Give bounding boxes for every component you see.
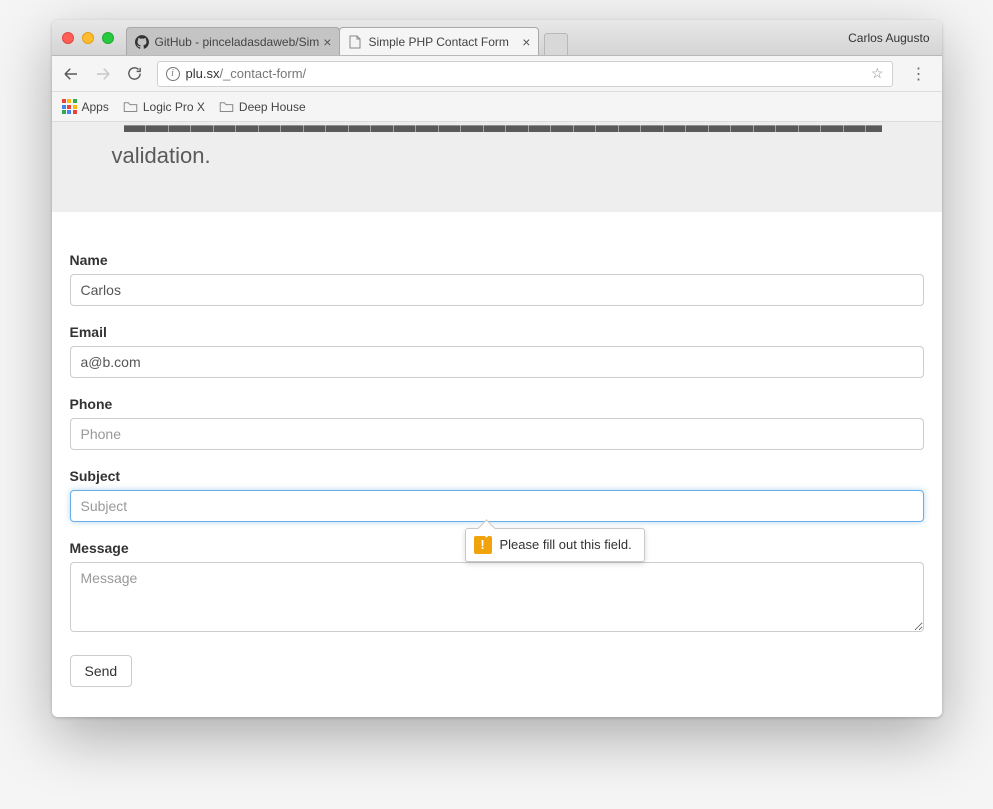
- phone-input[interactable]: [70, 418, 924, 450]
- email-input[interactable]: [70, 346, 924, 378]
- close-window-button[interactable]: [62, 32, 74, 44]
- warning-icon: !: [474, 536, 492, 554]
- forward-button[interactable]: [94, 65, 112, 83]
- page-favicon-icon: [348, 35, 362, 49]
- validation-text: Please fill out this field.: [500, 537, 632, 552]
- maximize-window-button[interactable]: [102, 32, 114, 44]
- tab-close-icon[interactable]: ×: [323, 34, 331, 50]
- field-name: Name: [70, 252, 924, 306]
- browser-window: GitHub - pinceladasdaweb/Sim × Simple PH…: [52, 20, 942, 717]
- apps-grid-icon: [62, 99, 77, 114]
- apps-button[interactable]: Apps: [62, 99, 109, 114]
- name-label: Name: [70, 252, 924, 268]
- page-viewport: ▬▬▬▬▬▬▬▬▬▬▬▬▬▬▬▬▬▬▬▬▬▬▬▬▬▬▬▬▬▬▬▬▬▬▬▬▬▬▬▬…: [52, 122, 942, 717]
- address-bar[interactable]: i plu.sx/_contact-form/ ☆: [157, 61, 893, 87]
- name-input[interactable]: [70, 274, 924, 306]
- traffic-lights: [62, 32, 114, 44]
- subject-label: Subject: [70, 468, 924, 484]
- hero-section: ▬▬▬▬▬▬▬▬▬▬▬▬▬▬▬▬▬▬▬▬▬▬▬▬▬▬▬▬▬▬▬▬▬▬▬▬▬▬▬▬…: [52, 122, 942, 212]
- tab-title: Simple PHP Contact Form: [368, 35, 518, 49]
- reload-button[interactable]: [126, 65, 143, 82]
- url-host: plu.sx: [186, 66, 220, 81]
- browser-menu-button[interactable]: ⋮: [907, 64, 932, 84]
- bookmark-label: Logic Pro X: [143, 100, 205, 114]
- validation-tooltip: ! Please fill out this field.: [465, 528, 645, 562]
- github-favicon-icon: [135, 35, 149, 49]
- tab-close-icon[interactable]: ×: [522, 34, 530, 50]
- phone-label: Phone: [70, 396, 924, 412]
- window-titlebar: GitHub - pinceladasdaweb/Sim × Simple PH…: [52, 20, 942, 56]
- tab-title: GitHub - pinceladasdaweb/Sim: [155, 35, 320, 49]
- apps-label: Apps: [82, 100, 109, 114]
- subject-input[interactable]: [70, 490, 924, 522]
- bookmark-folder[interactable]: Deep House: [219, 100, 306, 114]
- field-subject: Subject ! Please fill out this field.: [70, 468, 924, 522]
- field-phone: Phone: [70, 396, 924, 450]
- contact-form: Name Email Phone Subject ! Please fill o…: [52, 212, 942, 717]
- hero-text-line1: ▬▬▬▬▬▬▬▬▬▬▬▬▬▬▬▬▬▬▬▬▬▬▬▬▬▬▬▬▬▬▬▬▬▬▬▬▬▬▬▬…: [124, 122, 882, 141]
- send-button[interactable]: Send: [70, 655, 133, 687]
- message-textarea[interactable]: [70, 562, 924, 632]
- folder-icon: [219, 100, 234, 113]
- back-button[interactable]: [62, 65, 80, 83]
- bookmark-star-icon[interactable]: ☆: [871, 65, 884, 82]
- new-tab-button[interactable]: [544, 33, 568, 55]
- bookmark-folder[interactable]: Logic Pro X: [123, 100, 205, 114]
- bookmark-label: Deep House: [239, 100, 306, 114]
- toolbar: i plu.sx/_contact-form/ ☆ ⋮: [52, 56, 942, 92]
- field-email: Email: [70, 324, 924, 378]
- hero-text-line2: validation.: [112, 141, 882, 172]
- profile-name[interactable]: Carlos Augusto: [848, 31, 929, 45]
- tab-strip: GitHub - pinceladasdaweb/Sim × Simple PH…: [126, 27, 569, 55]
- email-label: Email: [70, 324, 924, 340]
- site-info-icon[interactable]: i: [166, 67, 180, 81]
- url-path: /_contact-form/: [219, 66, 306, 81]
- tab-active[interactable]: Simple PHP Contact Form ×: [339, 27, 539, 55]
- minimize-window-button[interactable]: [82, 32, 94, 44]
- bookmarks-bar: Apps Logic Pro X Deep House: [52, 92, 942, 122]
- tab-github[interactable]: GitHub - pinceladasdaweb/Sim ×: [126, 27, 341, 55]
- folder-icon: [123, 100, 138, 113]
